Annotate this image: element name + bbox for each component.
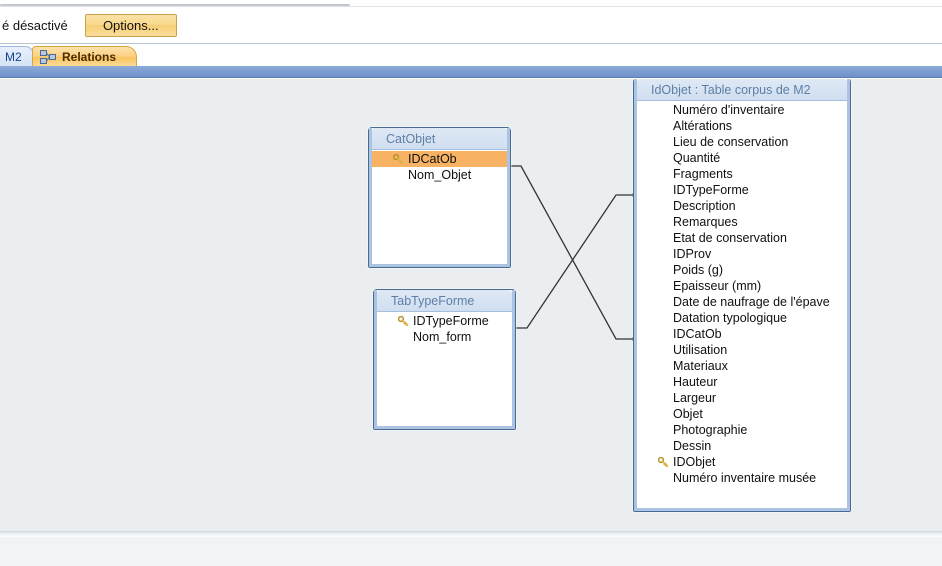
relationship-line-tabtypeforme-to-idobjet[interactable] [509, 194, 634, 329]
field-row[interactable]: Numéro d'inventaire [637, 102, 847, 118]
field-name: Quantité [673, 151, 721, 165]
field-name: Remarques [673, 215, 738, 229]
field-row[interactable]: Nom_form [377, 329, 512, 345]
primary-key-icon-slot [395, 315, 411, 327]
field-name: IDCatOb [408, 152, 457, 166]
field-name: Description [673, 199, 736, 213]
table-window-catobjet[interactable]: CatObjet IDCatOb Nom_Objet [368, 127, 511, 268]
access-relations-window: é désactivé Options... M2 Relations CatO… [0, 0, 942, 566]
field-row[interactable]: Date de naufrage de l'épave [637, 294, 847, 310]
field-name: Numéro inventaire musée [673, 471, 817, 485]
ribbon-remnant [0, 0, 942, 7]
field-row[interactable]: IDTypeForme [637, 182, 847, 198]
field-row[interactable]: Quantité [637, 150, 847, 166]
field-name: Etat de conservation [673, 231, 787, 245]
tab-m2[interactable]: M2 [0, 46, 34, 67]
table-title-bar[interactable]: TabTypeForme [377, 290, 512, 312]
table-window-tabtypeforme[interactable]: TabTypeForme IDTypeForme Nom_form [373, 289, 516, 430]
security-warning-text: é désactivé [2, 17, 68, 33]
field-name: Altérations [673, 119, 733, 133]
field-name: IDCatOb [673, 327, 722, 341]
field-row[interactable]: Poids (g) [637, 262, 847, 278]
field-name: Dessin [673, 439, 712, 453]
field-row[interactable]: Remarques [637, 214, 847, 230]
field-row[interactable]: Fragments [637, 166, 847, 182]
field-row[interactable]: Largeur [637, 390, 847, 406]
field-name: Nom_Objet [408, 168, 472, 182]
field-row[interactable]: Datation typologique [637, 310, 847, 326]
field-name: IDProv [673, 247, 712, 261]
window-header-band [0, 66, 942, 78]
field-name: Photographie [673, 423, 748, 437]
security-warning-bar: é désactivé Options... [0, 7, 942, 44]
field-name: Nom_form [413, 330, 472, 344]
tab-relations-label: Relations [62, 50, 117, 64]
tab-relations[interactable]: Relations [32, 46, 138, 67]
field-row[interactable]: IDCatOb [637, 326, 847, 342]
field-name: Materiaux [673, 359, 728, 373]
primary-key-icon [392, 153, 403, 164]
field-name: Utilisation [673, 343, 728, 357]
field-row[interactable]: Utilisation [637, 342, 847, 358]
primary-key-icon-slot [655, 456, 671, 468]
field-name: IDTypeForme [413, 314, 489, 328]
field-name: Objet [673, 407, 703, 421]
field-name: Poids (g) [673, 263, 724, 277]
field-row[interactable]: Epaisseur (mm) [637, 278, 847, 294]
field-name: Date de naufrage de l'épave [673, 295, 830, 309]
field-row[interactable]: Nom_Objet [372, 167, 507, 183]
relations-icon [40, 50, 56, 64]
field-name: Lieu de conservation [673, 135, 789, 149]
field-name: IDObjet [673, 455, 716, 469]
field-list: IDTypeForme Nom_form [377, 312, 512, 426]
field-row[interactable]: IDCatOb [372, 151, 507, 167]
field-row[interactable]: Dessin [637, 438, 847, 454]
security-options-button[interactable]: Options... [84, 13, 177, 37]
field-row[interactable]: Hauteur [637, 374, 847, 390]
field-name: Largeur [673, 391, 717, 405]
field-row[interactable]: Numéro inventaire musée [637, 470, 847, 486]
field-row[interactable]: IDTypeForme [377, 313, 512, 329]
field-name: Numéro d'inventaire [673, 103, 785, 117]
field-row[interactable]: Materiaux [637, 358, 847, 374]
table-title-bar[interactable]: IdObjet : Table corpus de M2 [637, 79, 847, 101]
table-window-body: TabTypeForme IDTypeForme Nom_form [374, 290, 515, 429]
field-name: IDTypeForme [673, 183, 749, 197]
relations-canvas[interactable]: CatObjet IDCatOb Nom_Objet TabTypeForme IDTy… [0, 79, 942, 531]
field-row[interactable]: Objet [637, 406, 847, 422]
field-name: Datation typologique [673, 311, 787, 325]
primary-key-icon [657, 456, 668, 467]
field-name: Hauteur [673, 375, 718, 389]
table-window-idobjet[interactable]: IdObjet : Table corpus de M2 Numéro d'inv… [633, 79, 851, 512]
table-window-body: IdObjet : Table corpus de M2 Numéro d'inv… [634, 79, 850, 511]
table-window-body: CatObjet IDCatOb Nom_Objet [369, 128, 510, 267]
document-tab-strip: M2 Relations [0, 45, 942, 67]
field-list: Numéro d'inventaire Altérations Lieu de co… [637, 101, 847, 508]
primary-key-icon [397, 315, 408, 326]
table-title-bar[interactable]: CatObjet [372, 128, 507, 150]
field-row[interactable]: IDObjet [637, 454, 847, 470]
field-row[interactable]: Etat de conservation [637, 230, 847, 246]
relationship-line-catobjet-to-idobjet[interactable] [503, 165, 634, 340]
status-bar [0, 537, 942, 566]
field-row[interactable]: Description [637, 198, 847, 214]
field-name: Fragments [673, 167, 733, 181]
tab-m2-label: M2 [5, 50, 22, 64]
field-list: IDCatOb Nom_Objet [372, 150, 507, 264]
primary-key-icon-slot [390, 153, 406, 165]
field-name: Epaisseur (mm) [673, 279, 762, 293]
field-row[interactable]: Photographie [637, 422, 847, 438]
field-row[interactable]: IDProv [637, 246, 847, 262]
field-row[interactable]: Lieu de conservation [637, 134, 847, 150]
field-row[interactable]: Altérations [637, 118, 847, 134]
